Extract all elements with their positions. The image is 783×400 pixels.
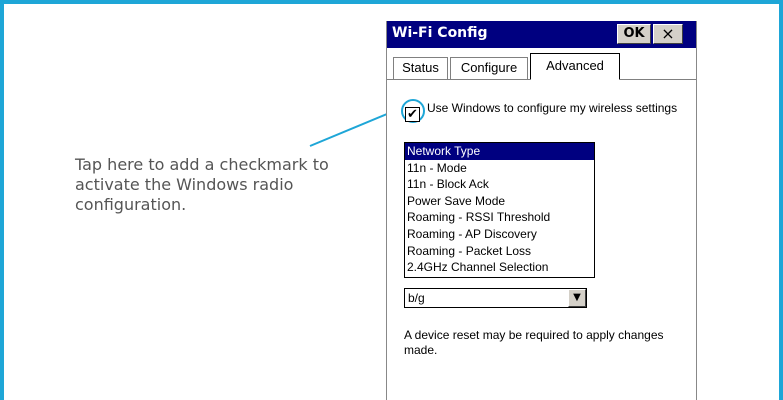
list-item-channel-selection[interactable]: 2.4GHz Channel Selection (405, 259, 594, 276)
settings-listbox[interactable]: Network Type 11n - Mode 11n - Block Ack … (404, 142, 595, 278)
callout-text: Tap here to add a checkmark to activate … (75, 155, 329, 214)
tab-configure[interactable]: Configure (450, 57, 528, 79)
tab-bar: Status Configure Advanced (387, 53, 696, 80)
close-button[interactable]: × (653, 24, 683, 44)
list-item-roaming-packet-loss[interactable]: Roaming - Packet Loss (405, 243, 594, 260)
wifi-config-window: Wi-Fi Config OK × Status Configure Advan… (386, 21, 697, 400)
value-dropdown[interactable]: b/g ▼ (404, 288, 587, 308)
ok-button[interactable]: OK (617, 24, 651, 44)
windows-config-checkbox[interactable]: ✔ (405, 107, 420, 122)
window-title: Wi-Fi Config (392, 25, 488, 41)
dropdown-value: b/g (408, 291, 425, 305)
windows-config-label: Use Windows to configure my wireless set… (427, 101, 678, 115)
reset-note: A device reset may be required to apply … (404, 328, 664, 357)
tab-advanced[interactable]: Advanced (530, 53, 620, 80)
tab-status[interactable]: Status (393, 57, 448, 79)
list-item-11n-mode[interactable]: 11n - Mode (405, 160, 594, 177)
list-item-11n-block-ack[interactable]: 11n - Block Ack (405, 176, 594, 193)
list-item-power-save-mode[interactable]: Power Save Mode (405, 193, 594, 210)
dropdown-arrow-icon[interactable]: ▼ (568, 289, 586, 307)
title-bar: Wi-Fi Config OK × (387, 21, 696, 48)
list-item-roaming-rssi-threshold[interactable]: Roaming - RSSI Threshold (405, 209, 594, 226)
list-item-network-type[interactable]: Network Type (405, 143, 594, 160)
list-item-roaming-ap-discovery[interactable]: Roaming - AP Discovery (405, 226, 594, 243)
